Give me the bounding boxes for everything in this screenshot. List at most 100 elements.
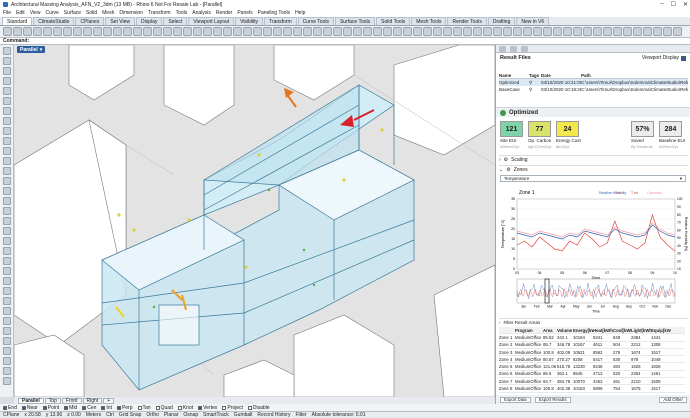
menu-item[interactable]: Analysis bbox=[192, 10, 211, 16]
toolbar-icon[interactable] bbox=[533, 27, 542, 36]
status-toggle[interactable]: Gumball bbox=[234, 412, 253, 418]
tool-icon[interactable] bbox=[2, 117, 11, 125]
column-header[interactable]: Program bbox=[515, 328, 543, 333]
toolbar-icon[interactable] bbox=[33, 27, 42, 36]
toolbar-icon[interactable] bbox=[493, 27, 502, 36]
tool-icon[interactable] bbox=[2, 177, 11, 185]
tool-icon[interactable] bbox=[2, 277, 11, 285]
column-header[interactable]: Date bbox=[541, 73, 581, 78]
menu-item[interactable]: Render bbox=[216, 10, 232, 16]
toolbar-icon[interactable] bbox=[383, 27, 392, 36]
toolbar-tab[interactable]: Display bbox=[136, 17, 163, 25]
tool-icon[interactable] bbox=[2, 297, 11, 305]
toolbar-icon[interactable] bbox=[363, 27, 372, 36]
menu-item[interactable]: Curve bbox=[45, 10, 58, 16]
tool-icon[interactable] bbox=[2, 317, 11, 325]
panel-button[interactable]: Export Results bbox=[534, 396, 571, 403]
table-row[interactable]: BaseCase ⚲ 03/10/2020 10:19:26 C:\Users\… bbox=[499, 86, 688, 93]
toolbar-icon[interactable] bbox=[143, 27, 152, 36]
toolbar-icon[interactable] bbox=[523, 27, 532, 36]
toolbar-icon[interactable] bbox=[663, 27, 672, 36]
toolbar-icon[interactable] bbox=[193, 27, 202, 36]
menu-item[interactable]: Paneling Tools bbox=[258, 10, 290, 16]
tool-icon[interactable] bbox=[2, 147, 11, 155]
tool-icon[interactable] bbox=[2, 337, 11, 345]
toolbar-icon[interactable] bbox=[393, 27, 402, 36]
toolbar-icon[interactable] bbox=[183, 27, 192, 36]
toolbar-icon[interactable] bbox=[23, 27, 32, 36]
tool-icon[interactable] bbox=[2, 257, 11, 265]
column-header[interactable]: Path bbox=[581, 73, 688, 78]
toolbar-icon[interactable] bbox=[373, 27, 382, 36]
menu-item[interactable]: View bbox=[30, 10, 41, 16]
tool-icon[interactable] bbox=[2, 267, 11, 275]
toolbar-icon[interactable] bbox=[243, 27, 252, 36]
viewport-display-checkbox[interactable] bbox=[681, 55, 686, 61]
tool-icon[interactable] bbox=[2, 347, 11, 355]
perspective-viewport[interactable]: Parallel ▾ bbox=[14, 45, 495, 397]
toolbar-icon[interactable] bbox=[93, 27, 102, 36]
toolbar-icon[interactable] bbox=[223, 27, 232, 36]
tool-icon[interactable] bbox=[2, 377, 11, 385]
status-toggle[interactable]: SmartTrack bbox=[203, 412, 229, 418]
table-row[interactable]: Zone 5 MediumOffice 121.06 515.78 13230 8248 4… bbox=[499, 363, 685, 371]
status-toggle[interactable]: Filter bbox=[295, 412, 306, 418]
toolbar-icon[interactable] bbox=[263, 27, 272, 36]
zones-section[interactable]: ⌄ ⚙ Zones bbox=[499, 165, 688, 173]
toolbar-icon[interactable] bbox=[593, 27, 602, 36]
table-row[interactable]: Optimized ⚲ 03/10/2020 10:21:06 C:\Users… bbox=[499, 79, 688, 86]
toolbar-tab[interactable]: CPlanes bbox=[75, 17, 105, 25]
toolbar-icon[interactable] bbox=[573, 27, 582, 36]
toolbar-icon[interactable] bbox=[43, 27, 52, 36]
tool-icon[interactable] bbox=[2, 227, 11, 235]
toolbar-icon[interactable] bbox=[203, 27, 212, 36]
toolbar-tab[interactable]: Standard bbox=[2, 17, 33, 25]
toolbar-icon[interactable] bbox=[293, 27, 302, 36]
toolbar-icon[interactable] bbox=[673, 27, 682, 36]
tool-icon[interactable] bbox=[2, 57, 11, 65]
menu-item[interactable]: Help bbox=[295, 10, 305, 16]
toolbar-tab[interactable]: Viewport Layout bbox=[188, 17, 235, 25]
toolbar-icon[interactable] bbox=[103, 27, 112, 36]
toolbar-icon[interactable] bbox=[553, 27, 562, 36]
toolbar-icon[interactable] bbox=[613, 27, 622, 36]
menu-item[interactable]: Solid bbox=[86, 10, 97, 16]
toolbar-tab[interactable]: Render Tools bbox=[447, 17, 487, 25]
toolbar-icon[interactable] bbox=[113, 27, 122, 36]
toolbar-tab[interactable]: Visibility bbox=[235, 17, 264, 25]
close-button[interactable]: ✕ bbox=[683, 1, 688, 8]
column-header[interactable]: Energy[kWh] bbox=[573, 328, 593, 333]
toolbar-icon[interactable] bbox=[603, 27, 612, 36]
tool-icon[interactable] bbox=[2, 197, 11, 205]
toolbar-icon[interactable] bbox=[563, 27, 572, 36]
toolbar-icon[interactable] bbox=[583, 27, 592, 36]
status-toggle[interactable]: Grid Snap bbox=[119, 412, 142, 418]
tool-icon[interactable] bbox=[2, 327, 11, 335]
toolbar-icon[interactable] bbox=[623, 27, 632, 36]
column-header[interactable]: Heat[kWh] bbox=[593, 328, 613, 333]
toolbar-icon[interactable] bbox=[283, 27, 292, 36]
toolbar-icon[interactable] bbox=[403, 27, 412, 36]
toolbar-icon[interactable] bbox=[3, 27, 12, 36]
tool-icon[interactable] bbox=[2, 137, 11, 145]
panel-button[interactable]: Add Other bbox=[659, 396, 687, 403]
metric-select[interactable]: Temperature ▾ bbox=[500, 175, 686, 182]
toolbar-icon[interactable] bbox=[153, 27, 162, 36]
menu-item[interactable]: Tools bbox=[176, 10, 188, 16]
osnap-checkbox[interactable]: Int bbox=[101, 405, 112, 411]
toolbar-icon[interactable] bbox=[643, 27, 652, 36]
toolbar-icon[interactable] bbox=[73, 27, 82, 36]
tool-icon[interactable] bbox=[2, 237, 11, 245]
toolbar-icon[interactable] bbox=[323, 27, 332, 36]
tool-icon[interactable] bbox=[2, 357, 11, 365]
toolbar-tab[interactable]: New in V6 bbox=[516, 17, 550, 25]
menu-item[interactable]: File bbox=[3, 10, 11, 16]
osnap-checkbox[interactable]: Point bbox=[42, 405, 59, 411]
osnap-checkbox[interactable]: Vertex bbox=[198, 405, 217, 411]
menu-item[interactable]: Dimension bbox=[119, 10, 143, 16]
toolbar-icon[interactable] bbox=[123, 27, 132, 36]
column-header[interactable]: Area bbox=[543, 328, 557, 333]
toolbar-icon[interactable] bbox=[253, 27, 262, 36]
toolbar-icon[interactable] bbox=[233, 27, 242, 36]
table-row[interactable]: Zone 7 MediumOffice 94.7 384.78 10070 4252 481… bbox=[499, 378, 685, 386]
